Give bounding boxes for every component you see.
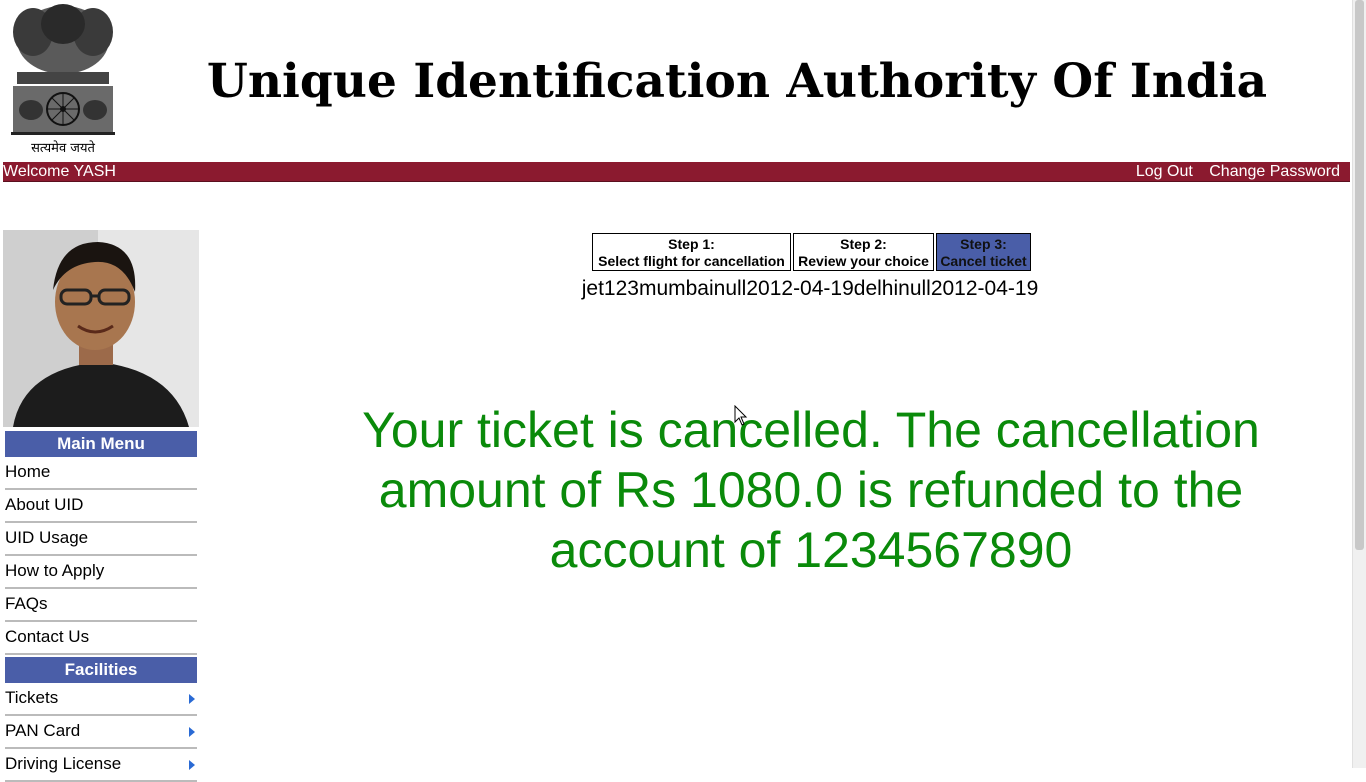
- sidebar-item-contact-us[interactable]: Contact Us: [5, 622, 197, 655]
- submenu-arrow-icon: [189, 694, 195, 704]
- step-description: Select flight for cancellation: [598, 253, 785, 269]
- user-photo: [3, 230, 199, 427]
- mouse-cursor-icon: [734, 404, 748, 431]
- step-1: Step 1: Select flight for cancellation: [592, 233, 791, 271]
- step-title: Step 1:: [668, 236, 715, 252]
- step-title: Step 3:: [960, 236, 1007, 252]
- site-title: Unique Identification Authority Of India: [206, 54, 1268, 109]
- sidebar-item-uid-usage[interactable]: UID Usage: [5, 523, 197, 556]
- change-password-link[interactable]: Change Password: [1209, 163, 1340, 180]
- sidebar-item-label: Driving License: [5, 754, 122, 773]
- facilities-header: Facilities: [5, 657, 197, 683]
- sidebar-item-driving-license[interactable]: Driving License: [5, 749, 197, 782]
- sidebar: Main Menu Home About UID UID Usage How t…: [3, 230, 199, 782]
- step-2: Step 2: Review your choice: [793, 233, 934, 271]
- national-emblem-logo: सत्यमेव जयते: [3, 2, 123, 156]
- emblem-motto: सत्यमेव जयते: [31, 141, 95, 156]
- account-links: Log Out Change Password: [1124, 162, 1340, 181]
- sidebar-item-tickets[interactable]: Tickets: [5, 683, 197, 716]
- ticket-details: jet123mumbainull2012-04-19delhinull2012-…: [581, 277, 1039, 300]
- logout-link[interactable]: Log Out: [1136, 163, 1193, 180]
- sidebar-item-label: PAN Card: [5, 721, 81, 740]
- step-description: Review your choice: [798, 253, 929, 269]
- sidebar-item-pan-card[interactable]: PAN Card: [5, 716, 197, 749]
- sidebar-item-label: Tickets: [5, 688, 59, 707]
- sidebar-item-faqs[interactable]: FAQs: [5, 589, 197, 622]
- step-title: Step 2:: [840, 236, 887, 252]
- welcome-text: Welcome YASH: [3, 163, 116, 180]
- main-menu-header: Main Menu: [5, 431, 197, 457]
- cancellation-message: Your ticket is cancelled. The cancellati…: [362, 402, 1260, 578]
- step-description: Cancel ticket: [940, 253, 1027, 269]
- step-3-active: Step 3: Cancel ticket: [936, 233, 1031, 271]
- sidebar-item-how-to-apply[interactable]: How to Apply: [5, 556, 197, 589]
- submenu-arrow-icon: [189, 727, 195, 737]
- top-navbar: Welcome YASH Log Out Change Password: [3, 162, 1350, 182]
- submenu-arrow-icon: [189, 760, 195, 770]
- sidebar-item-home[interactable]: Home: [5, 457, 197, 490]
- scrollbar-thumb[interactable]: [1355, 0, 1364, 550]
- page-header: सत्यमेव जयते Unique Identification Autho…: [0, 0, 1352, 160]
- sidebar-item-about-uid[interactable]: About UID: [5, 490, 197, 523]
- page-scrollbar[interactable]: [1352, 0, 1366, 768]
